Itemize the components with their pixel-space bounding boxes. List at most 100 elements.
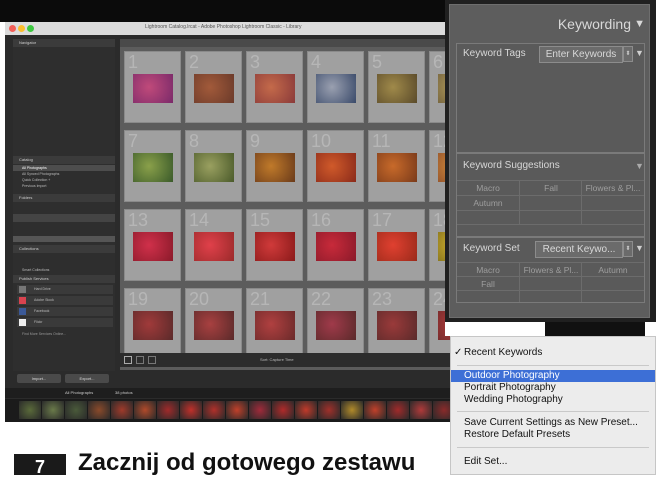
menu-item-portrait-photography[interactable]: Portrait Photography <box>451 382 655 394</box>
photo-thumbnail[interactable] <box>316 232 356 261</box>
suggestion-keyword[interactable]: Autumn <box>457 196 519 210</box>
filmstrip-thumbnail[interactable] <box>272 401 294 419</box>
find-more-services-link[interactable]: Find More Services Online... <box>13 331 115 337</box>
set-keyword[interactable]: Fall <box>457 277 519 291</box>
loupe-view-icon[interactable] <box>136 356 144 364</box>
maximize-window-dot[interactable] <box>27 25 34 32</box>
filmstrip-thumbnail[interactable] <box>318 401 340 419</box>
photo-thumbnail[interactable] <box>316 153 356 182</box>
filmstrip-thumbnail[interactable] <box>134 401 156 419</box>
set-keyword[interactable]: Macro <box>457 263 519 277</box>
service-hard-drive[interactable]: Hard Drive <box>17 285 113 294</box>
filmstrip-thumbnail[interactable] <box>364 401 386 419</box>
menu-item-restore-defaults[interactable]: Restore Default Presets <box>451 429 655 441</box>
suggestion-keyword[interactable]: Flowers & Pl... <box>582 181 644 195</box>
photo-cell[interactable]: 3 <box>246 51 303 123</box>
photo-thumbnail[interactable] <box>194 311 234 340</box>
collapse-triangle-icon[interactable]: ▼ <box>634 5 645 43</box>
sort-label[interactable]: Sort: Capture Time <box>260 357 294 362</box>
filmstrip-thumbnail[interactable] <box>42 401 64 419</box>
photo-cell[interactable]: 16 <box>307 209 364 281</box>
photo-thumbnail[interactable] <box>255 74 295 103</box>
keyword-tags-dropdown[interactable]: Enter Keywords <box>539 46 623 63</box>
photo-thumbnail[interactable] <box>316 311 356 340</box>
photo-thumbnail[interactable] <box>133 74 173 103</box>
photo-cell[interactable]: 22 <box>307 288 364 360</box>
photo-cell[interactable]: 20 <box>185 288 242 360</box>
filmstrip-thumbnail[interactable] <box>249 401 271 419</box>
catalog-item[interactable]: Previous Import <box>13 183 115 189</box>
compare-view-icon[interactable] <box>148 356 156 364</box>
filmstrip-thumbnail[interactable] <box>65 401 87 419</box>
photo-thumbnail[interactable] <box>133 311 173 340</box>
photo-cell[interactable]: 2 <box>185 51 242 123</box>
stepper-icon[interactable]: ⬍ <box>623 241 633 257</box>
keyword-set-triangle-icon[interactable]: ▼ <box>635 243 644 253</box>
photo-cell[interactable]: 10 <box>307 130 364 202</box>
menu-item-save-preset[interactable]: Save Current Settings as New Preset... <box>451 417 655 429</box>
photo-thumbnail[interactable] <box>194 74 234 103</box>
import-button[interactable]: Import... <box>17 374 61 383</box>
filmstrip-thumbnail[interactable] <box>295 401 317 419</box>
set-keyword[interactable]: Flowers & Pl... <box>520 263 582 277</box>
photo-thumbnail[interactable] <box>255 232 295 261</box>
folder-row[interactable] <box>13 214 115 222</box>
service-flickr[interactable]: Flickr <box>17 318 113 327</box>
grid-view-icon[interactable] <box>124 356 132 364</box>
photo-cell[interactable]: 15 <box>246 209 303 281</box>
folders-header[interactable]: Folders <box>13 194 115 202</box>
photo-thumbnail[interactable] <box>377 311 417 340</box>
photo-cell[interactable]: 11 <box>368 130 425 202</box>
filmstrip-thumbnail[interactable] <box>433 401 450 419</box>
stepper-icon[interactable]: ⬍ <box>623 46 633 62</box>
service-adobe-stock[interactable]: Adobe Stock <box>17 296 113 305</box>
photo-thumbnail[interactable] <box>194 232 234 261</box>
photo-cell[interactable]: 9 <box>246 130 303 202</box>
folder-row[interactable] <box>13 236 115 242</box>
menu-item-wedding-photography[interactable]: Wedding Photography <box>451 394 655 406</box>
photo-thumbnail[interactable] <box>255 153 295 182</box>
service-facebook[interactable]: Facebook <box>17 307 113 316</box>
suggestion-keyword[interactable]: Macro <box>457 181 519 195</box>
close-window-dot[interactable] <box>9 25 16 32</box>
filmstrip-thumbnail[interactable] <box>341 401 363 419</box>
filmstrip-thumbnail[interactable] <box>111 401 133 419</box>
keyword-set-dropdown[interactable]: Recent Keywo... <box>535 241 623 258</box>
photo-cell[interactable]: 7 <box>124 130 181 202</box>
collections-header[interactable]: Collections <box>13 245 115 253</box>
navigator-header[interactable]: Navigator <box>13 39 115 47</box>
photo-thumbnail[interactable] <box>377 232 417 261</box>
photo-thumbnail[interactable] <box>133 232 173 261</box>
photo-thumbnail[interactable] <box>377 153 417 182</box>
photo-thumbnail[interactable] <box>377 74 417 103</box>
menu-item-outdoor-photography[interactable]: Outdoor Photography <box>451 370 655 382</box>
photo-cell[interactable]: 13 <box>124 209 181 281</box>
photo-cell[interactable]: 1 <box>124 51 181 123</box>
photo-thumbnail[interactable] <box>255 311 295 340</box>
suggestion-keyword[interactable]: Fall <box>520 181 582 195</box>
photo-cell[interactable]: 4 <box>307 51 364 123</box>
photo-cell[interactable]: 19 <box>124 288 181 360</box>
keyword-tags-triangle-icon[interactable]: ▼ <box>635 48 644 58</box>
filmstrip-thumbnail[interactable] <box>180 401 202 419</box>
photo-cell[interactable]: 23 <box>368 288 425 360</box>
photo-thumbnail[interactable] <box>133 153 173 182</box>
photo-cell[interactable]: 17 <box>368 209 425 281</box>
publish-services-header[interactable]: Publish Services <box>13 275 115 283</box>
library-filter-bar[interactable] <box>120 39 450 47</box>
filmstrip-source[interactable]: All Photographs <box>65 390 93 395</box>
photo-cell[interactable]: 14 <box>185 209 242 281</box>
smart-collections-row[interactable]: Smart Collections <box>13 267 115 273</box>
menu-item-recent-keywords[interactable]: Recent Keywords <box>451 347 655 359</box>
filmstrip-thumbnail[interactable] <box>19 401 41 419</box>
filmstrip-thumbnail[interactable] <box>410 401 432 419</box>
filmstrip-thumbnail[interactable] <box>88 401 110 419</box>
filmstrip-thumbnail[interactable] <box>157 401 179 419</box>
catalog-header[interactable]: Catalog <box>13 156 115 164</box>
photo-cell[interactable]: 5 <box>368 51 425 123</box>
keywording-header[interactable]: Keywording ▼ <box>450 5 649 43</box>
filmstrip-thumbnail[interactable] <box>226 401 248 419</box>
menu-item-edit-set[interactable]: Edit Set... <box>451 456 655 468</box>
filmstrip-thumbnail[interactable] <box>387 401 409 419</box>
minimize-window-dot[interactable] <box>18 25 25 32</box>
